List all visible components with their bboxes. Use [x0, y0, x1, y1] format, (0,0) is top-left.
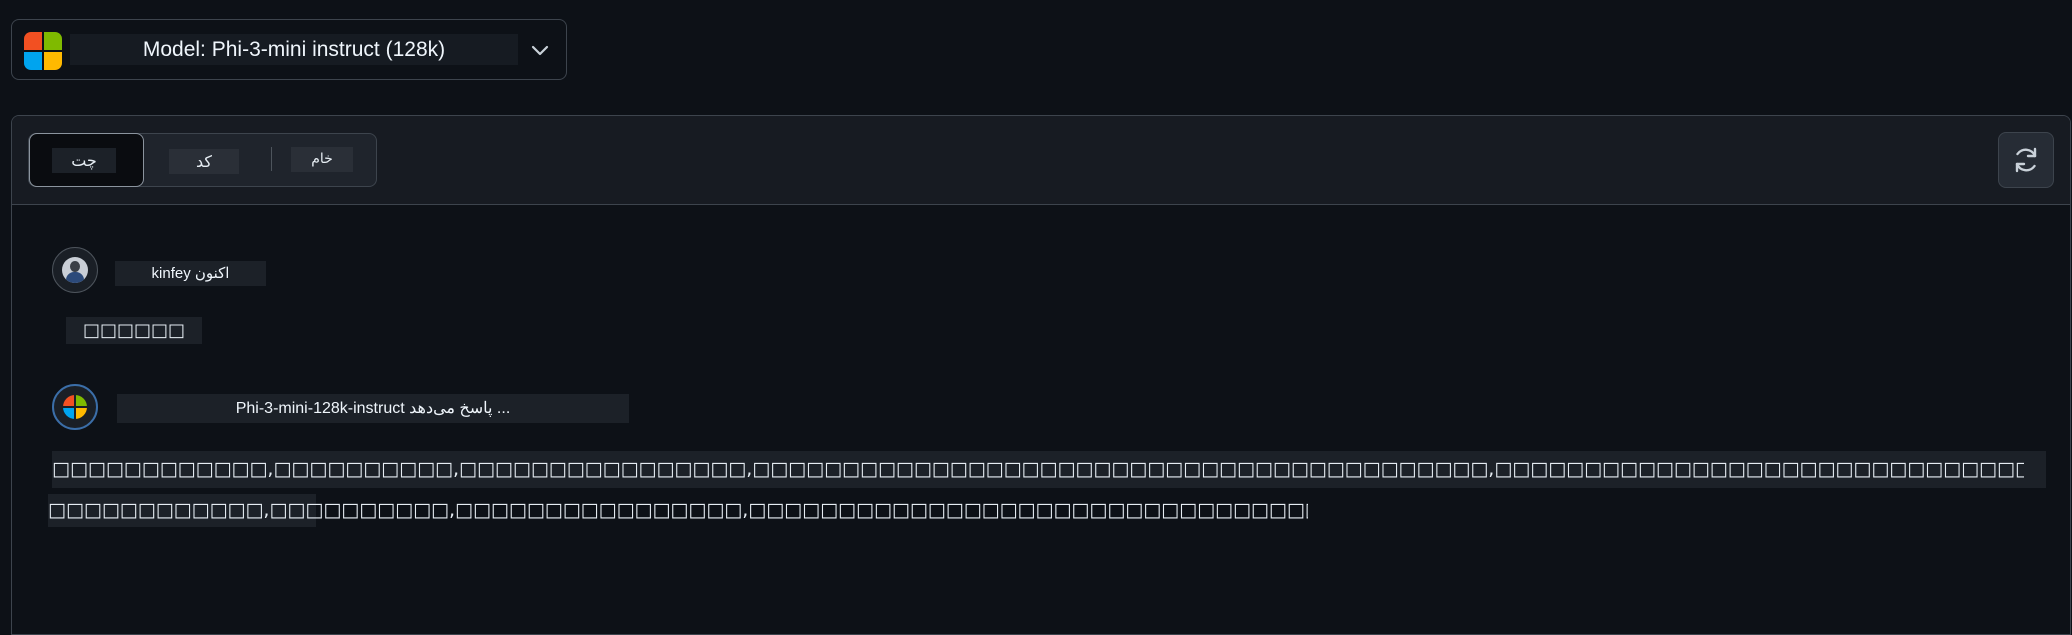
- refresh-button[interactable]: [1998, 132, 2054, 188]
- refresh-icon: [2015, 147, 2037, 173]
- chat-panel: چت کد خام kinfey اکنون □□□□□□ Phi-3-mini…: [11, 115, 2071, 635]
- assistant-response-line-1: □□□□□□□□□□□□,□□□□□□□□□□,□□□□□□□□□□□□□□□□…: [52, 458, 2024, 480]
- tab-raw[interactable]: خام: [291, 134, 353, 185]
- tab-chat-label: چت: [52, 148, 116, 173]
- model-selector[interactable]: Model: Phi-3-mini instruct (128k): [11, 19, 567, 80]
- user-photo-icon: [62, 257, 88, 283]
- assistant-avatar: [52, 384, 98, 430]
- chevron-down-icon[interactable]: [530, 41, 550, 61]
- user-avatar: [52, 247, 98, 293]
- tab-chat[interactable]: چت: [29, 133, 144, 187]
- user-name-line: kinfey اکنون: [151, 265, 230, 282]
- assistant-status: Phi-3-mini-128k-instruct پاسخ می‌دهد ...: [235, 400, 511, 417]
- tab-code[interactable]: کد: [169, 134, 239, 185]
- model-label: Model: Phi-3-mini instruct (128k): [142, 38, 446, 61]
- panel-toolbar: چت کد خام: [12, 116, 2070, 205]
- tab-code-label: کد: [169, 149, 239, 174]
- view-tabs: چت کد خام: [28, 133, 377, 187]
- user-message: □□□□□□: [82, 320, 186, 341]
- microsoft-logo-icon: [24, 32, 62, 70]
- assistant-response-line-2: □□□□□□□□□□□□,□□□□□□□□□□,□□□□□□□□□□□□□□□□…: [48, 499, 1308, 521]
- microsoft-logo-icon: [63, 395, 87, 419]
- tab-raw-label: خام: [291, 147, 353, 172]
- tab-divider: [271, 147, 272, 171]
